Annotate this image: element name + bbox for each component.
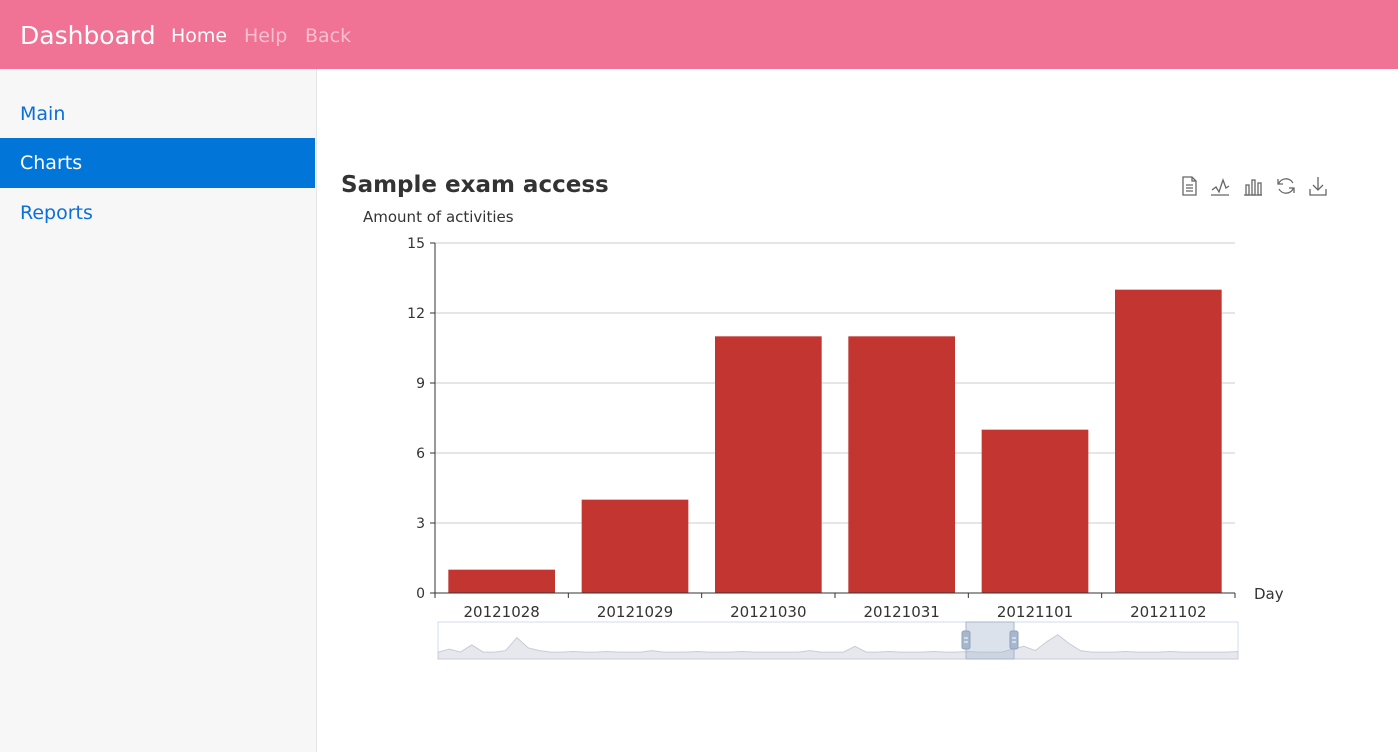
restore-icon[interactable]: [1274, 174, 1298, 198]
bar: [448, 569, 555, 593]
sidebar: Main Charts Reports: [0, 69, 317, 752]
top-navbar: Dashboard Home Help Back: [0, 0, 1398, 69]
chart-title: Sample exam access: [341, 172, 609, 198]
sidebar-item-reports[interactable]: Reports: [0, 188, 315, 238]
bar: [848, 336, 955, 593]
y-tick-label: 12: [407, 306, 425, 322]
nav-help-link[interactable]: Help: [244, 24, 287, 48]
data-zoom-window[interactable]: [965, 621, 1015, 660]
y-tick-label: 9: [416, 376, 425, 392]
x-tick-label: 20121102: [1130, 603, 1206, 621]
line-chart-icon[interactable]: [1208, 174, 1232, 198]
x-tick-label: 20121030: [730, 603, 806, 621]
nav-back-link[interactable]: Back: [305, 24, 351, 48]
y-tick-label: 6: [416, 446, 425, 462]
download-icon[interactable]: [1306, 174, 1330, 198]
y-tick-label: 15: [407, 236, 425, 252]
sidebar-item-main[interactable]: Main: [0, 89, 315, 139]
bar: [1115, 289, 1222, 593]
y-axis-label: Amount of activities: [363, 208, 514, 226]
data-zoom-overview: [437, 634, 1239, 660]
x-tick-label: 20121029: [597, 603, 673, 621]
data-zoom-handle-right[interactable]: [1009, 630, 1019, 650]
x-axis-label: Day: [1254, 585, 1284, 603]
y-tick-label: 3: [416, 516, 425, 532]
brand-link[interactable]: Dashboard: [20, 20, 156, 52]
bar: [581, 499, 689, 593]
y-tick-label: 0: [416, 586, 425, 602]
x-tick-label: 20121031: [863, 603, 939, 621]
x-tick-label: 20121028: [463, 603, 539, 621]
sidebar-item-charts[interactable]: Charts: [0, 138, 315, 188]
bar: [715, 336, 822, 593]
x-tick-label: 20121101: [997, 603, 1073, 621]
bar: [981, 429, 1089, 593]
bar-chart: 0 3 6 9 12 15 Amount of activities 20121028 2012…: [363, 208, 1284, 660]
data-view-icon[interactable]: [1177, 174, 1201, 198]
data-zoom-handle-left[interactable]: [961, 630, 971, 650]
nav-home-link[interactable]: Home: [171, 24, 227, 48]
bar-chart-icon[interactable]: [1241, 174, 1265, 198]
